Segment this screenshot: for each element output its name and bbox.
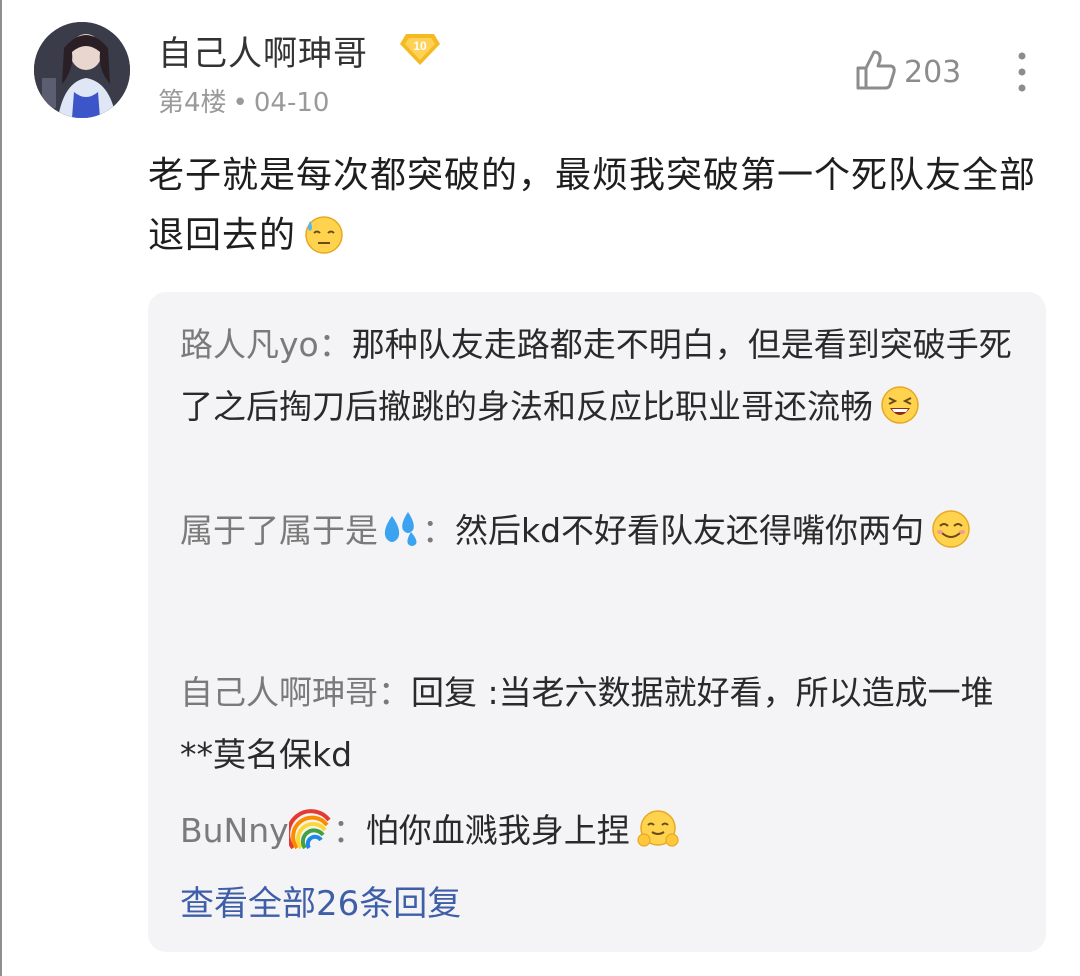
blush-emoji-icon — [636, 808, 680, 870]
left-edge-divider — [0, 0, 2, 976]
like-button[interactable]: 203 — [854, 48, 961, 96]
floor-number: 第4楼 — [158, 88, 227, 118]
view-all-replies-link[interactable]: 查看全部26条回复 — [180, 874, 461, 934]
reply-item[interactable]: 自己人啊珅哥：回复 :当老六数据就好看，所以造成一堆**莫名保kd — [180, 662, 1020, 786]
reply-item[interactable]: 属于了属于是 ：然后kd不好看队友还得嘴你两句 — [180, 500, 1020, 570]
comment-date: 04-10 — [253, 88, 330, 118]
sweat-emoji-icon — [302, 211, 346, 274]
rainbow-emoji-icon — [285, 808, 333, 870]
reply-author-colon: ： — [332, 811, 366, 850]
avatar[interactable] — [34, 22, 130, 118]
more-vertical-icon[interactable] — [1012, 50, 1032, 94]
grin-emoji-icon — [879, 384, 921, 446]
smile-emoji-icon — [930, 508, 972, 570]
meta-separator: • — [232, 88, 248, 118]
comment-username[interactable]: 自己人啊珅哥 — [158, 26, 368, 75]
comment-text: 老子就是每次都突破的，最烦我突破第一个死队友全部退回去的 — [148, 155, 1037, 256]
reply-item[interactable]: 路人凡yo：那种队友走路都走不明白，但是看到突破手死了之后掏刀后撤跳的身法和反应… — [180, 314, 1020, 446]
reply-item[interactable]: BuNny ：怕你血溅我身上捏 — [180, 800, 1020, 870]
thumbs-up-icon — [854, 48, 898, 96]
comment-content: 老子就是每次都突破的，最烦我突破第一个死队友全部退回去的 — [148, 146, 1048, 274]
level-badge-icon: 10 — [400, 32, 440, 66]
reply-author[interactable]: 路人凡yo： — [180, 325, 352, 364]
level-badge-number: 10 — [413, 39, 427, 53]
reply-author[interactable]: 属于了属于是 — [180, 511, 378, 550]
comment-meta: 第4楼 • 04-10 — [158, 82, 329, 119]
reply-author[interactable]: 自己人啊珅哥： — [180, 673, 411, 712]
reply-author-colon: ： — [422, 511, 455, 550]
replies-panel: 路人凡yo：那种队友走路都走不明白，但是看到突破手死了之后掏刀后撤跳的身法和反应… — [148, 292, 1046, 952]
like-count: 203 — [904, 54, 962, 90]
reply-author[interactable]: BuNny — [180, 811, 289, 850]
droplets-emoji-icon — [378, 508, 422, 570]
reply-text: 然后kd不好看队友还得嘴你两句 — [455, 511, 925, 550]
reply-text: 怕你血溅我身上捏 — [365, 811, 630, 850]
